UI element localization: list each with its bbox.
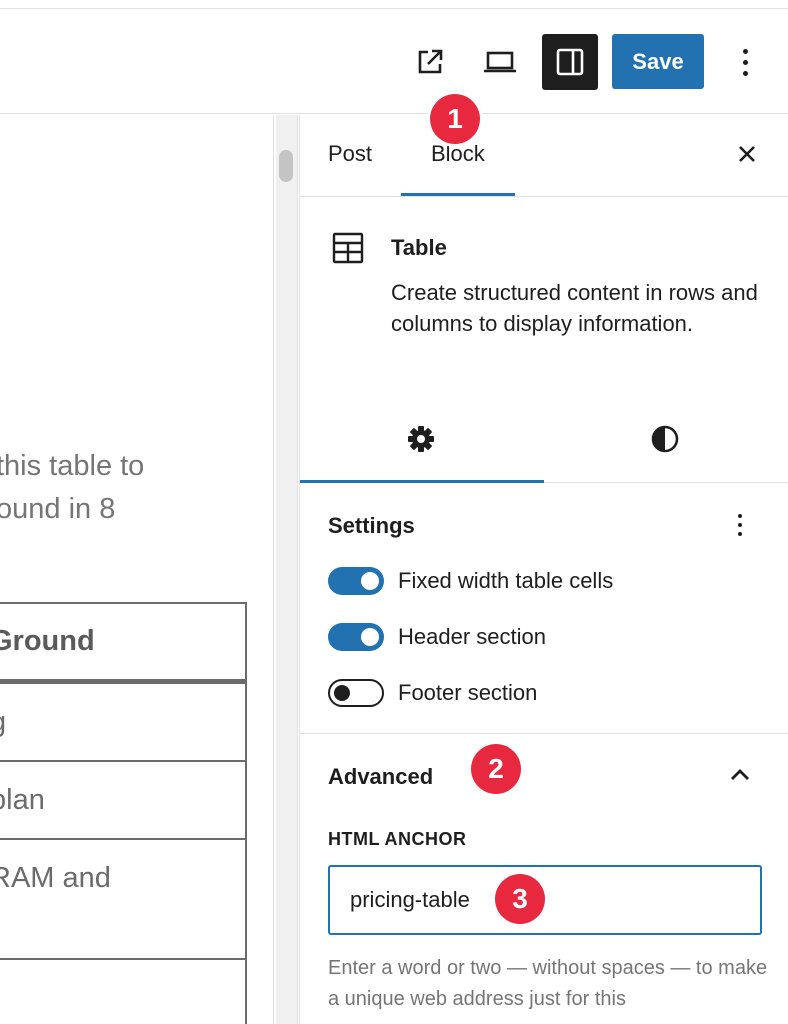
save-button[interactable]: Save — [612, 34, 704, 89]
block-title: Table — [391, 235, 447, 260]
canvas-scrollbar[interactable] — [276, 115, 298, 1024]
sidebar-tabs: Post Block — [300, 115, 788, 197]
editor-canvas: this table to ound in 8 Ground g plan RA… — [0, 115, 274, 1024]
toggle-label: Footer section — [398, 680, 538, 705]
settings-title: Settings — [328, 513, 415, 538]
close-icon[interactable] — [732, 139, 762, 169]
chevron-up-icon[interactable] — [728, 765, 752, 785]
table-cell[interactable]: g — [0, 682, 245, 760]
toggle-footer-section[interactable]: Footer section — [328, 678, 537, 708]
toggle-label: Header section — [398, 624, 546, 649]
more-options-icon[interactable] — [728, 40, 762, 84]
table-cell[interactable]: RAM and — [0, 838, 245, 958]
paragraph-block[interactable]: this table to ound in 8 — [0, 445, 273, 531]
gear-icon[interactable] — [406, 424, 436, 454]
toggle-switch[interactable] — [328, 623, 384, 651]
toggle-switch[interactable] — [328, 567, 384, 595]
toggle-switch[interactable] — [328, 679, 384, 707]
block-card: Table Create structured content in rows … — [300, 197, 788, 375]
toggle-label: Fixed width table cells — [398, 568, 614, 593]
external-link-icon[interactable] — [402, 34, 458, 90]
html-anchor-label: HTML ANCHOR — [328, 829, 467, 849]
active-subtab-indicator — [300, 480, 544, 483]
tab-post[interactable]: Post — [328, 141, 372, 167]
styles-contrast-icon[interactable] — [650, 424, 680, 454]
active-tab-indicator — [401, 193, 515, 196]
table-cell[interactable] — [0, 958, 245, 1024]
inspector-tabs — [300, 398, 788, 483]
advanced-title[interactable]: Advanced — [328, 764, 433, 790]
table-block[interactable]: Ground g plan RAM and — [0, 602, 247, 1024]
block-description: Create structured content in rows and co… — [391, 280, 758, 336]
sidebar-toggle-icon[interactable] — [542, 34, 598, 90]
scrollbar-thumb[interactable] — [279, 150, 293, 182]
table-cell[interactable]: plan — [0, 760, 245, 838]
table-header-cell[interactable]: Ground — [0, 602, 245, 682]
annotation-badge: 3 — [495, 874, 545, 924]
toolbar-top-border — [0, 8, 788, 9]
table-icon — [332, 232, 364, 264]
annotation-badge: 2 — [471, 744, 521, 794]
toggle-fixed-width[interactable]: Fixed width table cells — [328, 566, 613, 596]
settings-sidebar: Post Block Table Create structured conte… — [299, 115, 788, 1024]
html-anchor-help: Enter a word or two — without spaces — t… — [328, 957, 768, 1010]
settings-panel: Settings Fixed width table cells Header … — [300, 484, 788, 734]
editor-toolbar: Save — [0, 0, 788, 114]
paragraph-line: this table to — [0, 450, 145, 482]
settings-options-icon[interactable] — [730, 510, 750, 540]
annotation-badge: 1 — [430, 94, 480, 144]
tab-block[interactable]: Block — [431, 141, 485, 167]
html-anchor-input[interactable] — [328, 865, 762, 935]
toggle-header-section[interactable]: Header section — [328, 622, 546, 652]
paragraph-line: ound in 8 — [0, 493, 116, 525]
desktop-preview-icon[interactable] — [472, 34, 528, 90]
advanced-panel: Advanced HTML ANCHOR Enter a word or two… — [300, 735, 788, 1024]
